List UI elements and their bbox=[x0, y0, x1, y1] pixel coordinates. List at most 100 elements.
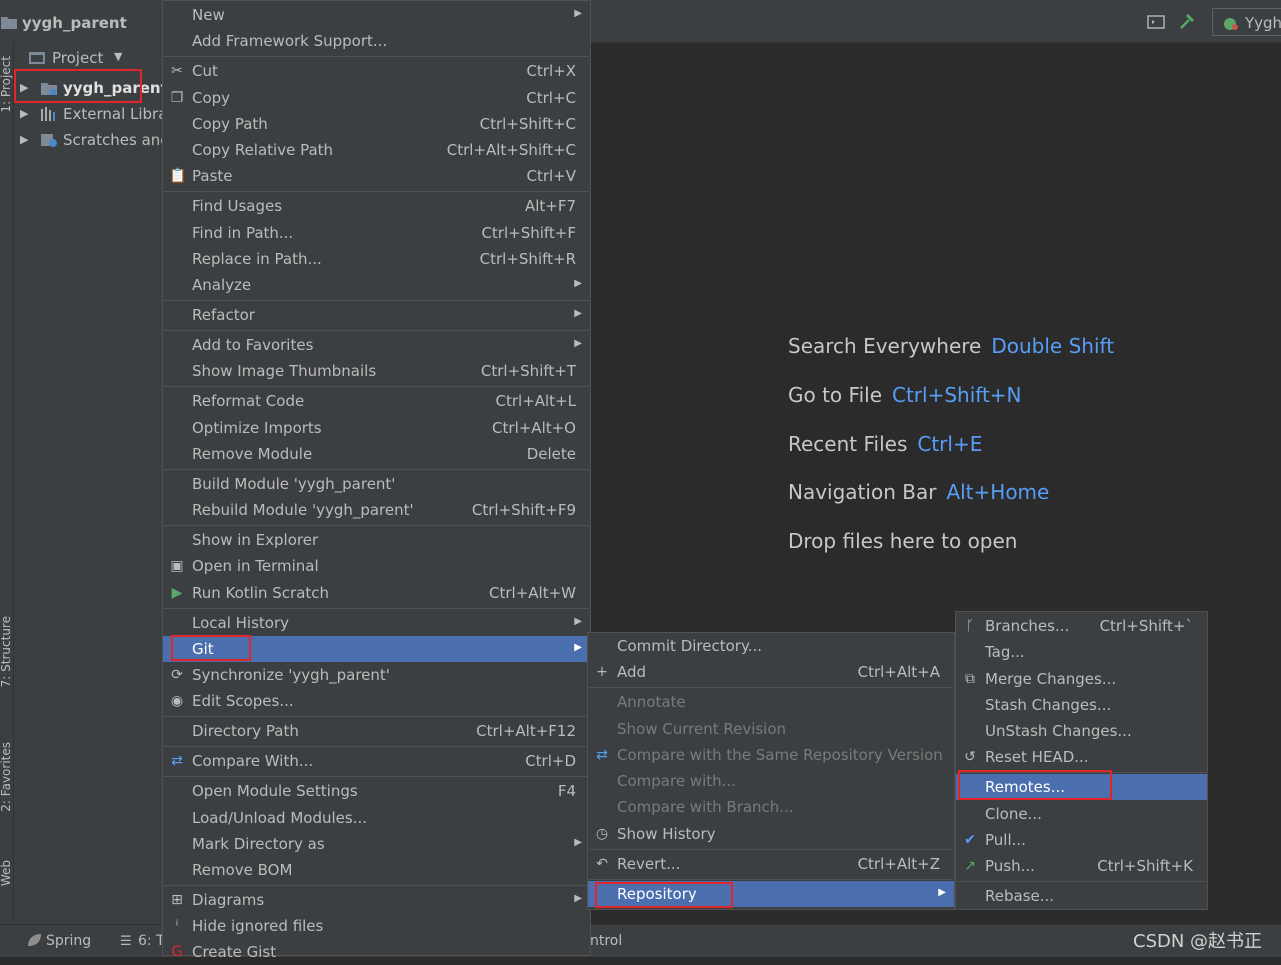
menu-item-copy-path[interactable]: Copy Path Ctrl+Shift+C bbox=[163, 111, 590, 137]
menu-item-branches[interactable]: ᚴ Branches... Ctrl+Shift+` bbox=[956, 613, 1207, 639]
menu-item-pull[interactable]: ✔ Pull... bbox=[956, 827, 1207, 853]
menu-item-unstash-changes[interactable]: UnStash Changes... bbox=[956, 718, 1207, 744]
scope-icon: ◉ bbox=[170, 693, 184, 709]
menu-item-rebuild-module-yygh-parent[interactable]: Rebuild Module 'yygh_parent' Ctrl+Shift+F… bbox=[163, 497, 590, 523]
status-spring-tab[interactable]: Spring bbox=[46, 933, 91, 949]
menu-item-shortcut: Delete bbox=[526, 445, 576, 463]
menu-item-label: Create Gist bbox=[192, 943, 277, 961]
menu-item-add-framework-support[interactable]: Add Framework Support... bbox=[163, 28, 590, 54]
hint-navigation-bar: Navigation Bar Alt+Home bbox=[788, 480, 1050, 504]
watermark: CSDN @赵书正 bbox=[1133, 931, 1263, 952]
menu-item-mark-directory-as[interactable]: Mark Directory as ▶ bbox=[163, 831, 590, 857]
menu-item-run-kotlin-scratch[interactable]: ▶ Run Kotlin Scratch Ctrl+Alt+W bbox=[163, 580, 590, 606]
tab-web[interactable]: Web bbox=[0, 860, 13, 886]
menu-item-hide-ignored-files[interactable]: ⁱ Hide ignored files bbox=[163, 913, 590, 939]
menu-item-stash-changes[interactable]: Stash Changes... bbox=[956, 692, 1207, 718]
menu-item-push[interactable]: ↗ Push... Ctrl+Shift+K bbox=[956, 853, 1207, 879]
tab-favorites[interactable]: 2: Favorites bbox=[0, 742, 13, 812]
menu-item-label: Remove BOM bbox=[192, 861, 293, 879]
menu-item-label: Edit Scopes... bbox=[192, 692, 294, 710]
menu-item-shortcut: Ctrl+Shift+F bbox=[481, 224, 576, 242]
merge-icon: ⧉ bbox=[965, 671, 975, 687]
menu-item-find-in-path[interactable]: Find in Path... Ctrl+Shift+F bbox=[163, 220, 590, 246]
tree-item-external-libraries[interactable]: ▶ External Libra bbox=[14, 102, 167, 127]
menu-item-synchronize-yygh-parent[interactable]: ⟳ Synchronize 'yygh_parent' bbox=[163, 662, 590, 688]
menu-item-clone[interactable]: Clone... bbox=[956, 801, 1207, 827]
menu-item-add-to-favorites[interactable]: Add to Favorites ▶ bbox=[163, 332, 590, 358]
menu-item-show-history[interactable]: ◷ Show History bbox=[588, 821, 954, 847]
menu-item-optimize-imports[interactable]: Optimize Imports Ctrl+Alt+O bbox=[163, 415, 590, 441]
highlight-box bbox=[14, 69, 142, 103]
menu-item-create-gist[interactable]: G Create Gist bbox=[163, 939, 590, 965]
menu-item-reformat-code[interactable]: Reformat Code Ctrl+Alt+L bbox=[163, 388, 590, 414]
tree-item-scratches[interactable]: ▶ Scratches anc bbox=[14, 128, 169, 153]
menu-item-edit-scopes[interactable]: ◉ Edit Scopes... bbox=[163, 688, 590, 714]
menu-item-show-image-thumbnails[interactable]: Show Image Thumbnails Ctrl+Shift+T bbox=[163, 358, 590, 384]
menu-item-open-module-settings[interactable]: Open Module Settings F4 bbox=[163, 778, 590, 804]
copy-icon: ❐ bbox=[170, 90, 184, 106]
status-todo-tab[interactable]: 6: T bbox=[138, 933, 165, 949]
menu-item-find-usages[interactable]: Find Usages Alt+F7 bbox=[163, 193, 590, 219]
menu-item-label: Annotate bbox=[617, 693, 686, 711]
menu-item-open-in-terminal[interactable]: ▣ Open in Terminal bbox=[163, 553, 590, 579]
menu-item-label: Clone... bbox=[985, 805, 1042, 823]
ignore-icon: ⁱ bbox=[175, 918, 179, 934]
menu-item-analyze[interactable]: Analyze ▶ bbox=[163, 272, 590, 298]
menu-item-diagrams[interactable]: ⊞ Diagrams ▶ bbox=[163, 887, 590, 913]
submenu-arrow-icon: ▶ bbox=[574, 8, 582, 19]
menu-item-commit-directory[interactable]: Commit Directory... bbox=[588, 633, 954, 659]
menu-item-shortcut: Ctrl+X bbox=[526, 62, 576, 80]
menu-item-label: Add to Favorites bbox=[192, 336, 314, 354]
menu-item-refactor[interactable]: Refactor ▶ bbox=[163, 302, 590, 328]
menu-item-label: Run Kotlin Scratch bbox=[192, 584, 330, 602]
menu-item-remove-module[interactable]: Remove Module Delete bbox=[163, 441, 590, 467]
expand-arrow-icon[interactable]: ▶ bbox=[20, 133, 28, 146]
menu-item-copy-relative-path[interactable]: Copy Relative Path Ctrl+Alt+Shift+C bbox=[163, 137, 590, 163]
window-icon[interactable] bbox=[1147, 14, 1165, 30]
menu-item-remove-bom[interactable]: Remove BOM bbox=[163, 857, 590, 883]
menu-item-show-current-revision: Show Current Revision bbox=[588, 716, 954, 742]
chevron-down-icon[interactable]: ▼ bbox=[114, 50, 122, 63]
plus-icon: + bbox=[596, 664, 608, 680]
menu-separator bbox=[589, 687, 953, 688]
menu-item-label: Find in Path... bbox=[192, 224, 294, 242]
menu-item-revert[interactable]: ↶ Revert... Ctrl+Alt+Z bbox=[588, 851, 954, 877]
menu-item-load-unload-modules[interactable]: Load/Unload Modules... bbox=[163, 805, 590, 831]
menu-item-compare-with[interactable]: ⇄ Compare With... Ctrl+D bbox=[163, 748, 590, 774]
menu-item-rebase[interactable]: Rebase... bbox=[956, 883, 1207, 909]
menu-item-add[interactable]: + Add Ctrl+Alt+A bbox=[588, 659, 954, 685]
menu-item-label: Local History bbox=[192, 614, 290, 632]
build-hammer-icon[interactable] bbox=[1178, 14, 1196, 30]
menu-item-cut[interactable]: ✂ Cut Ctrl+X bbox=[163, 58, 590, 84]
menu-item-directory-path[interactable]: Directory Path Ctrl+Alt+F12 bbox=[163, 718, 590, 744]
run-config-selector[interactable]: Yygh bbox=[1212, 8, 1281, 36]
menu-item-replace-in-path[interactable]: Replace in Path... Ctrl+Shift+R bbox=[163, 246, 590, 272]
menu-item-tag[interactable]: Tag... bbox=[956, 639, 1207, 665]
menu-separator bbox=[164, 191, 589, 192]
submenu-arrow-icon: ▶ bbox=[574, 837, 582, 848]
menu-item-build-module-yygh-parent[interactable]: Build Module 'yygh_parent' bbox=[163, 471, 590, 497]
scratches-icon bbox=[41, 134, 57, 147]
menu-item-copy[interactable]: ❐ Copy Ctrl+C bbox=[163, 85, 590, 111]
folder-icon bbox=[1, 17, 17, 29]
menu-separator bbox=[589, 879, 953, 880]
submenu-arrow-icon: ▶ bbox=[574, 642, 582, 653]
expand-arrow-icon[interactable]: ▶ bbox=[20, 107, 28, 120]
status-version-control-tab[interactable]: ntrol bbox=[590, 933, 622, 949]
menu-item-paste[interactable]: 📋 Paste Ctrl+V bbox=[163, 163, 590, 189]
menu-item-label: Stash Changes... bbox=[985, 696, 1112, 714]
tab-structure[interactable]: 7: Structure bbox=[0, 616, 13, 687]
project-view-selector[interactable]: Project bbox=[52, 49, 103, 67]
menu-item-merge-changes[interactable]: ⧉ Merge Changes... bbox=[956, 666, 1207, 692]
menu-item-new[interactable]: New ▶ bbox=[163, 2, 590, 28]
menu-item-label: Reset HEAD... bbox=[985, 748, 1089, 766]
menu-item-show-in-explorer[interactable]: Show in Explorer bbox=[163, 527, 590, 553]
project-view-icon bbox=[29, 52, 45, 64]
menu-separator bbox=[164, 525, 589, 526]
tab-project[interactable]: 1: Project bbox=[0, 56, 13, 113]
menu-item-reset-head[interactable]: ↺ Reset HEAD... bbox=[956, 744, 1207, 770]
menu-item-shortcut: Ctrl+Alt+Z bbox=[857, 855, 940, 873]
menu-item-local-history[interactable]: Local History ▶ bbox=[163, 610, 590, 636]
spring-leaf-icon bbox=[28, 934, 41, 946]
menu-separator bbox=[164, 386, 589, 387]
